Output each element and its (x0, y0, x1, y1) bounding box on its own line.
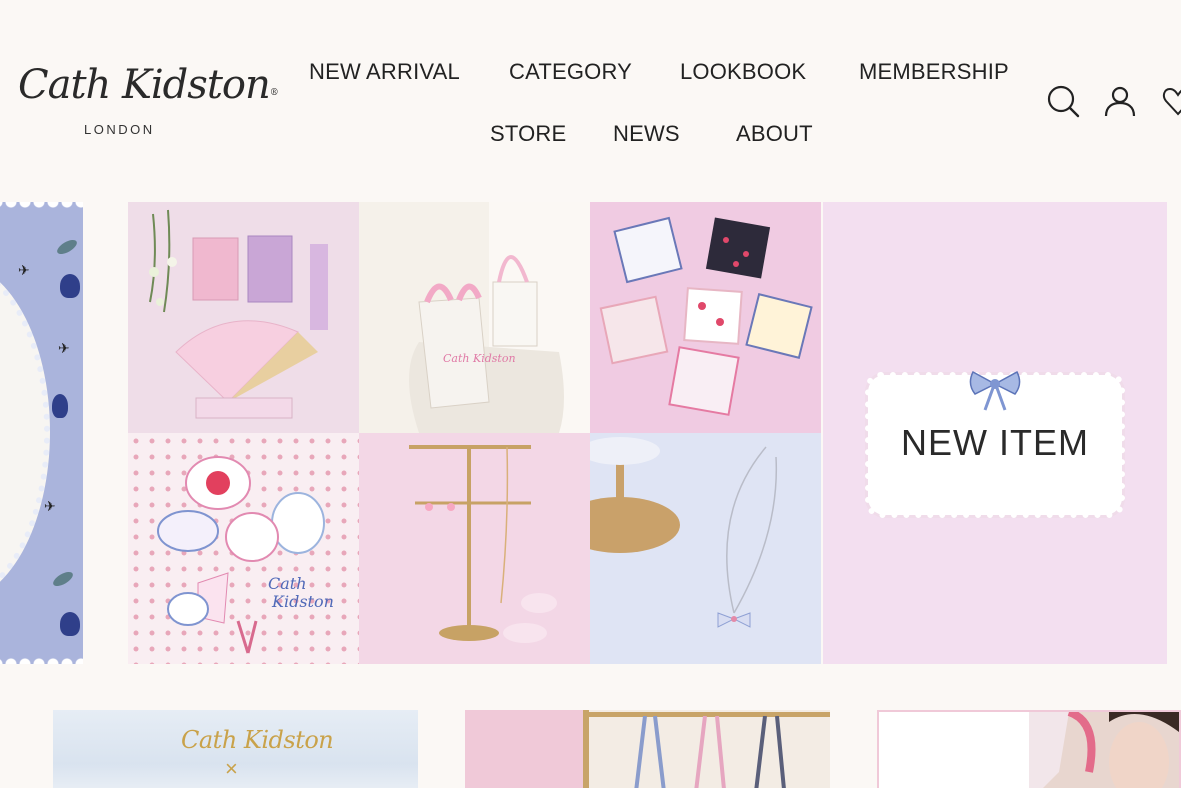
airplane-icon: ✈ (58, 340, 70, 356)
promo-card-lookbook[interactable] (877, 710, 1181, 788)
flower-icon (52, 394, 68, 418)
nav-membership[interactable]: MEMBERSHIP (859, 59, 1009, 85)
new-item-card: NEW ITEM (865, 370, 1125, 518)
tile-handkerchiefs[interactable] (590, 202, 821, 433)
nav-category[interactable]: CATEGORY (509, 59, 632, 85)
collab-x: × (225, 756, 238, 781)
bow-icon (969, 370, 1021, 411)
tile-stationery[interactable] (128, 202, 359, 433)
promo-card-collab[interactable]: Cath Kidston × (53, 710, 418, 788)
flower-icon (60, 612, 80, 636)
logo-registered-mark: ® (269, 88, 279, 98)
site-header: Cath Kidston® LONDON NEW ARRIVAL CATEGOR… (0, 0, 1181, 190)
svg-text:Kidston: Kidston (271, 592, 334, 611)
hero-product-grid: Cath Kidston Cath Kidston (128, 202, 823, 664)
leaf-icon (54, 237, 80, 257)
logo-subtitle: LONDON (84, 122, 155, 137)
hero-prev-slide[interactable]: ✈ ✈ ✈ (0, 202, 83, 664)
promo-card-bags[interactable] (465, 710, 830, 788)
wishlist-icon[interactable] (1161, 84, 1181, 118)
scallop-border-top (0, 202, 83, 216)
nav-about[interactable]: ABOUT (736, 121, 813, 147)
search-icon[interactable] (1046, 84, 1080, 118)
new-item-banner[interactable]: NEW ITEM (823, 202, 1167, 664)
nav-news[interactable]: NEWS (613, 121, 680, 147)
svg-text:Cath: Cath (268, 574, 307, 593)
tile-bow-necklace[interactable] (590, 433, 821, 664)
slide-oval-frame (0, 262, 50, 602)
logo-wordmark: Cath Kidston® (18, 62, 279, 108)
tile-earring-stand[interactable] (359, 433, 590, 664)
account-icon[interactable] (1103, 84, 1137, 118)
model-photo (1029, 712, 1179, 788)
nav-store[interactable]: STORE (490, 121, 566, 147)
collab-logo: Cath Kidston (181, 726, 334, 754)
leaf-icon (50, 569, 76, 589)
airplane-icon: ✈ (44, 498, 56, 514)
scallop-border-bottom (0, 650, 83, 664)
airplane-icon: ✈ (18, 262, 30, 278)
tile-tote-bag[interactable]: Cath Kidston (359, 202, 590, 433)
nav-lookbook[interactable]: LOOKBOOK (680, 59, 806, 85)
tile-stickers[interactable]: Cath Kidston (128, 433, 359, 664)
flower-icon (60, 274, 80, 298)
new-item-label: NEW ITEM (901, 422, 1089, 463)
brand-logo[interactable]: Cath Kidston® LONDON (18, 62, 279, 142)
svg-text:Cath Kidston: Cath Kidston (443, 352, 516, 365)
logo-text: Cath Kidston (18, 62, 271, 108)
hanging-bags-image (634, 716, 786, 788)
nav-new-arrival[interactable]: NEW ARRIVAL (309, 59, 460, 85)
